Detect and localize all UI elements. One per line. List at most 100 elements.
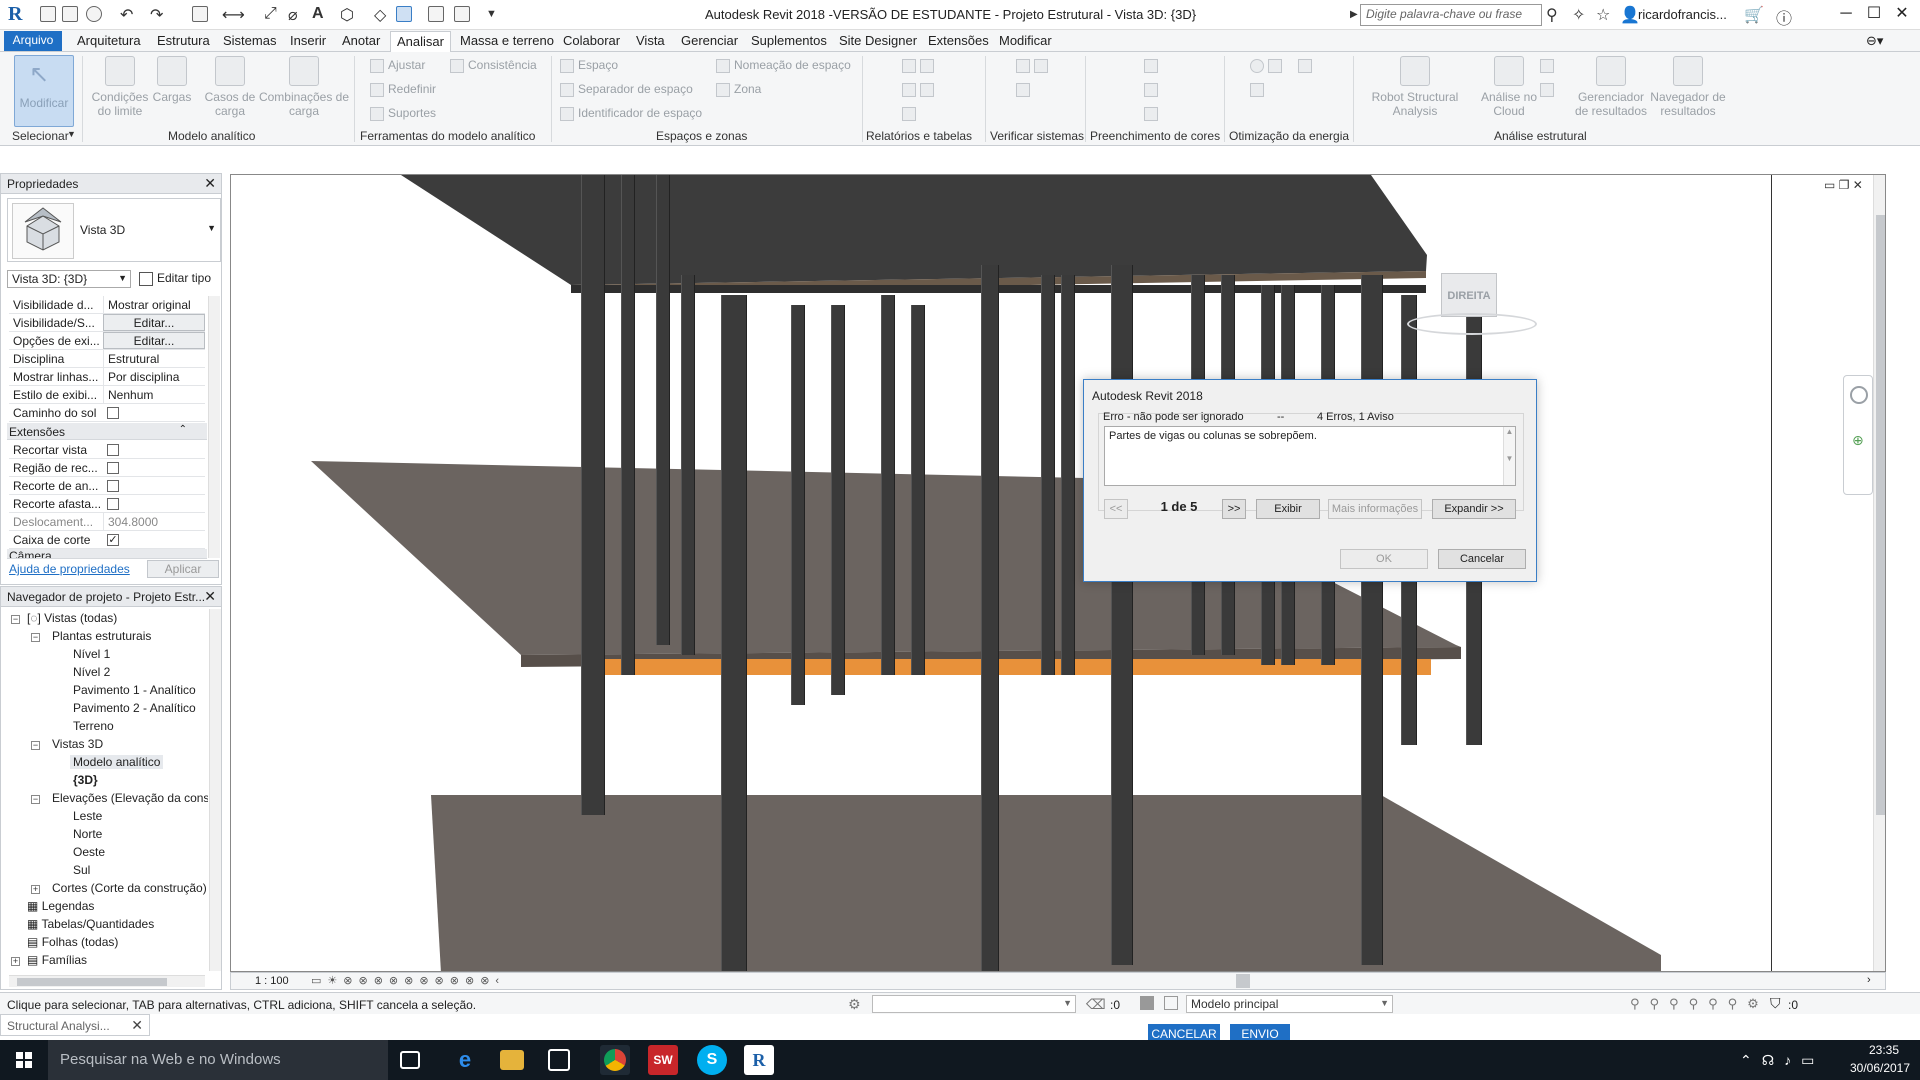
type-selector[interactable]: Vista 3D ▼ — [7, 198, 221, 262]
tab-extensoes[interactable]: Extensões — [928, 33, 989, 48]
favorites-star-icon[interactable]: ☆ — [1596, 5, 1610, 25]
browser-scrollbar[interactable] — [209, 609, 221, 971]
color-scheme-button[interactable] — [1144, 106, 1162, 121]
viewcube-compass[interactable] — [1407, 313, 1537, 335]
help-icon[interactable]: ⓘ — [1776, 5, 1792, 29]
edit-type-button[interactable]: Editar tipo — [139, 271, 211, 286]
scroll-thumb[interactable] — [17, 978, 167, 986]
tab-vista[interactable]: Vista — [636, 33, 665, 48]
open-icon[interactable] — [40, 6, 56, 22]
separador-espaco-button[interactable]: Separador de espaço — [560, 82, 693, 97]
casos-carga-button[interactable]: Casos de carga — [202, 56, 258, 118]
clock-date[interactable]: 30/06/2017 — [1842, 1061, 1918, 1075]
workset-select[interactable]: ▼ — [872, 995, 1076, 1013]
viewport-scrollbar[interactable] — [1873, 175, 1885, 971]
tree-cortes[interactable]: Cortes (Corte da construção) — [52, 881, 207, 895]
qat-dropdown-icon[interactable]: ▼ — [486, 8, 497, 20]
selecionar-dropdown-icon[interactable]: ▼ — [67, 129, 76, 139]
energy-run-button[interactable] — [1250, 82, 1268, 97]
store-icon[interactable] — [548, 1049, 570, 1071]
gerenciador-resultados-button[interactable]: Gerenciador de resultados — [1572, 56, 1650, 118]
clock-time[interactable]: 23:35 — [1856, 1043, 1912, 1057]
suportes-button[interactable]: Suportes — [370, 106, 436, 121]
editable-only-icon[interactable]: ⌫ — [1086, 996, 1106, 1013]
cargas-button[interactable]: Cargas — [152, 56, 192, 104]
tab-arquitetura[interactable]: Arquitetura — [77, 33, 141, 48]
more-info-button[interactable]: Mais informações — [1328, 499, 1422, 519]
ajustar-button[interactable]: Ajustar — [370, 58, 425, 73]
modificar-button[interactable]: ↖ Modificar — [14, 55, 74, 127]
system-tray-icons[interactable]: ⌃☊♪▭ — [1740, 1052, 1824, 1069]
properties-help-link[interactable]: Ajuda de propriedades — [9, 562, 130, 576]
binoculars-icon[interactable]: ⚲ — [1546, 5, 1558, 25]
espaco-button[interactable]: Espaço — [560, 58, 618, 73]
section-icon[interactable]: ◇ — [374, 5, 386, 25]
sync-icon[interactable] — [86, 6, 102, 22]
collapse-icon[interactable]: − — [31, 795, 40, 804]
revit-taskbar-icon[interactable]: R — [744, 1045, 774, 1075]
minimize-button[interactable]: ─ — [1832, 2, 1860, 26]
tree-leste[interactable]: Leste — [73, 809, 102, 823]
tree-tabelas[interactable]: ▦ Tabelas/Quantidades — [27, 917, 154, 931]
keyword-search-input[interactable]: Digite palavra-chave ou frase — [1360, 4, 1542, 26]
structural-model-render[interactable] — [231, 175, 1886, 972]
user-icon[interactable]: 👤 — [1620, 5, 1640, 25]
save-icon[interactable] — [62, 6, 78, 22]
tree-vistas[interactable]: [◌] Vistas (todas) — [27, 611, 117, 625]
tree-modelo-analitico[interactable]: Modelo analítico — [70, 755, 164, 769]
design-option-select[interactable]: Modelo principal ▼ — [1186, 995, 1393, 1013]
tree-nivel2[interactable]: Nível 2 — [73, 665, 110, 679]
crop-region-checkbox[interactable] — [107, 462, 119, 474]
robot-structural-analysis-button[interactable]: Robot Structural Analysis — [1360, 56, 1470, 118]
zoom-icon[interactable]: ⊕ — [1852, 432, 1864, 449]
3d-view-icon[interactable]: ⬡ — [340, 5, 354, 25]
view-instance-select[interactable]: Vista 3D: {3D} ▼ — [7, 270, 131, 288]
next-error-button[interactable]: >> — [1222, 499, 1246, 519]
navegador-resultados-button[interactable]: Navegador de resultados — [1650, 56, 1726, 118]
expand-icon[interactable]: + — [31, 885, 40, 894]
tab-analisar[interactable]: Analisar — [390, 31, 451, 52]
properties-scrollbar[interactable] — [208, 296, 220, 558]
task-view-icon[interactable] — [400, 1051, 420, 1069]
duct-legend-button[interactable] — [1144, 58, 1162, 73]
check-duct-button[interactable] — [1016, 58, 1052, 73]
chevron-down-icon[interactable]: ▼ — [207, 223, 216, 233]
tree-legendas[interactable]: ▦ Legendas — [27, 899, 94, 913]
tab-site-designer[interactable]: Site Designer — [839, 33, 917, 48]
measure-icon[interactable]: ⟷ — [222, 5, 245, 25]
consistencia-button[interactable]: Consistência — [450, 58, 537, 73]
tab-colaborar[interactable]: Colaborar — [563, 33, 620, 48]
close-view-icon[interactable]: ✕ — [1853, 178, 1863, 192]
ribbon-options-icon[interactable]: ⊖▾ — [1866, 33, 1883, 49]
collapse-icon[interactable]: − — [31, 741, 40, 750]
tree-pav1[interactable]: Pavimento 1 - Analítico — [73, 683, 196, 697]
apply-button[interactable]: Aplicar — [147, 560, 219, 578]
close-button[interactable]: ✕ — [1888, 2, 1916, 26]
tab-arquivo[interactable]: Arquivo — [4, 31, 62, 51]
view-scale[interactable]: 1 : 100 — [255, 975, 289, 987]
redefinir-button[interactable]: Redefinir — [370, 82, 436, 97]
show-button[interactable]: Exibir — [1256, 499, 1320, 519]
ok-button[interactable]: OK — [1340, 549, 1428, 569]
align-dimension-icon[interactable]: ⤢ — [264, 5, 277, 23]
tree-nivel1[interactable]: Nível 1 — [73, 647, 110, 661]
identificador-espaco-button[interactable]: Identificador de espaço — [560, 106, 702, 121]
combinacoes-carga-button[interactable]: Combinações de carga — [258, 56, 350, 118]
section-box-checkbox[interactable]: ✓ — [107, 534, 119, 546]
collapse-icon[interactable]: − — [31, 633, 40, 642]
cart-icon[interactable]: 🛒 — [1744, 5, 1764, 25]
tree-oeste[interactable]: Oeste — [73, 845, 105, 859]
revit-logo-icon[interactable]: R — [8, 3, 28, 25]
expand-icon[interactable]: + — [11, 957, 20, 966]
report-duct-button[interactable] — [902, 82, 938, 97]
tab-estrutura[interactable]: Estrutura — [157, 33, 210, 48]
close-icon[interactable]: ✕ — [204, 588, 216, 605]
cancel-button[interactable]: Cancelar — [1438, 549, 1526, 569]
thin-lines-icon[interactable] — [396, 6, 412, 22]
category-extensoes[interactable]: Extensões ⌃ — [7, 423, 207, 440]
energy-settings-button[interactable] — [1250, 58, 1316, 73]
edit-display-options-button[interactable]: Editar... — [103, 332, 205, 349]
taskbar-search-input[interactable]: Pesquisar na Web e no Windows — [48, 1040, 388, 1080]
far-clip-checkbox[interactable] — [107, 498, 119, 510]
tree-vistas3d[interactable]: Vistas 3D — [52, 737, 103, 751]
